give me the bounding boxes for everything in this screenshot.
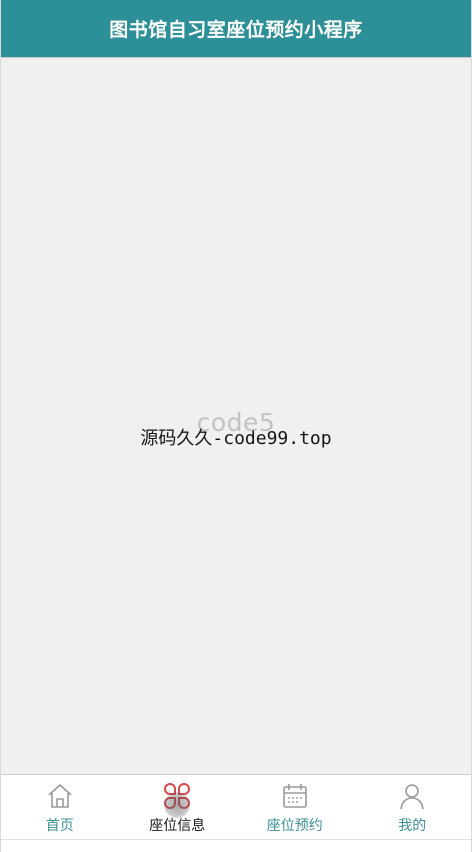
tab-seat-reservation-label: 座位预约 bbox=[266, 818, 323, 834]
user-icon bbox=[400, 784, 425, 810]
tab-profile[interactable]: 我的 bbox=[354, 775, 472, 852]
tab-home-label: 首页 bbox=[45, 818, 74, 834]
watermark-text-front: 源码久久-code99.top bbox=[140, 428, 332, 449]
home-icon bbox=[48, 784, 72, 808]
tab-seat-info[interactable]: 座位信息 bbox=[119, 775, 237, 852]
tab-profile-label: 我的 bbox=[398, 818, 427, 834]
tab-bar-divider bbox=[1, 839, 471, 840]
tab-seat-reservation[interactable]: 座位预约 bbox=[236, 775, 354, 852]
page-title: 图书馆自习室座位预约小程序 bbox=[109, 19, 363, 41]
navigation-bar: 图书馆自习室座位预约小程序 bbox=[1, 0, 471, 58]
calendar-icon bbox=[282, 784, 307, 808]
app-window: 图书馆自习室座位预约小程序 code5 源码久久-code99.top 首页 座… bbox=[0, 0, 472, 852]
tab-seat-info-label: 座位信息 bbox=[149, 818, 206, 834]
main-content: code5 源码久久-code99.top bbox=[1, 58, 471, 774]
tab-bar: 首页 座位信息 座位预约 我的 bbox=[1, 774, 471, 852]
tab-home[interactable]: 首页 bbox=[1, 775, 119, 852]
